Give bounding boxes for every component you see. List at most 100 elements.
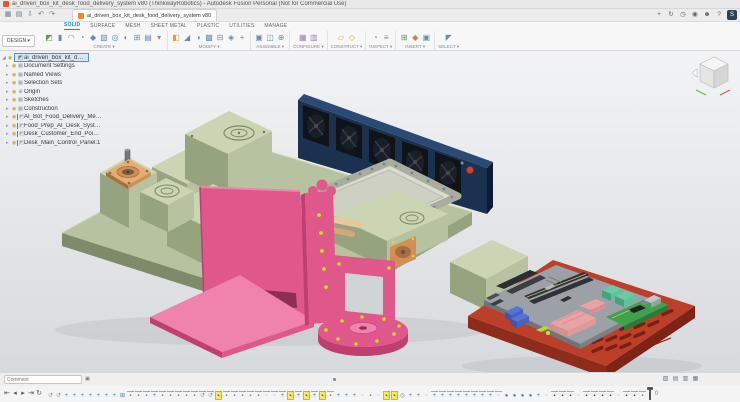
group-label[interactable]: SELECT ▾ [438,44,459,50]
timeline-feature[interactable]: + [335,391,342,400]
3d-viewport[interactable]: ◢ ◉ ◩ ai_driven_box_kit_desk_food_delive… [0,51,740,372]
comment-attach-icon[interactable]: ▣ [84,376,91,383]
toolbar-icon[interactable]: ◩ [44,32,54,43]
browser-row[interactable]: ▸ ◉ ◩ Desk_Main_Control_Panel:1 [2,139,106,148]
group-label[interactable]: INSERT ▾ [405,44,425,50]
timeline-feature[interactable]: ▪ [183,391,190,400]
timeline-feature[interactable]: + [103,391,110,400]
timeline-tool-icon[interactable]: ▦ [691,375,700,384]
browser-row[interactable]: ▸ ◉ ▦ Document Settings [2,62,106,71]
timeline-feature[interactable]: ▪ [591,391,598,400]
toolbar-icon[interactable]: ≡ [381,32,391,43]
user-avatar[interactable]: S [727,10,737,20]
visibility-bulb-icon[interactable]: ◉ [7,55,13,61]
toolbar-icon[interactable]: ◈ [226,32,236,43]
toolbar-icon[interactable]: ◆ [88,32,98,43]
pink-disc-base[interactable] [318,315,408,356]
ribbon-tab[interactable]: SOLID [64,22,80,30]
toolbar-icon[interactable]: ◐ [121,32,131,43]
browser-row[interactable]: ▸ ◉ ⊕ Origin [2,88,106,97]
ribbon-tab[interactable]: UTILITIES [229,23,254,30]
timeline-feature[interactable]: + [95,391,102,400]
header-icon[interactable]: ↻ [666,10,676,20]
timeline-feature[interactable]: + [351,391,358,400]
timeline-feature[interactable]: ↺ [47,391,54,400]
toolbar-icon[interactable]: ▥ [309,32,319,43]
timeline-feature[interactable]: ▫ [575,391,582,400]
browser-row[interactable]: ▸ ◉ ▦ Named Views [2,71,106,80]
browser-row[interactable]: ▸ ◉ ◩ AI_Bot_Food_Delivery_Mech:1 [2,113,106,122]
quick-access-icon[interactable]: ⇩ [25,10,35,20]
timeline-feature[interactable]: ▪ [143,391,150,400]
cad-model[interactable] [0,51,740,372]
timeline-tool-icon[interactable]: ▧ [661,375,670,384]
timeline-feature[interactable]: ▪ [159,391,166,400]
timeline-feature[interactable]: + [71,391,78,400]
timeline-tool-icon[interactable]: ▤ [671,375,680,384]
timeline-feature[interactable]: ↺ [55,391,62,400]
group-label[interactable]: CONFIGURE ▾ [293,44,324,50]
playback-control[interactable]: ◂ [11,389,19,399]
toolbar-icon[interactable]: ◤ [444,32,454,43]
toolbar-icon[interactable]: ◆ [410,32,420,43]
group-label[interactable]: CONSTRUCT ▾ [331,44,363,50]
timeline-tool-icon[interactable]: ▥ [681,375,690,384]
timeline-feature[interactable]: + [279,391,286,400]
playback-control[interactable]: ▸ [19,389,27,399]
timeline-playhead[interactable] [649,388,651,400]
timeline-feature[interactable]: ▪ [127,391,134,400]
timeline-feature[interactable]: + [455,391,462,400]
timeline-feature[interactable]: ▪ [367,391,374,400]
timeline-feature[interactable]: ▪ [599,391,606,400]
ribbon-tab[interactable]: MANAGE [264,23,287,30]
timeline-feature[interactable]: ▪ [303,391,310,400]
toolbar-icon[interactable]: ▱ [336,32,346,43]
quick-access-icon[interactable]: ▦ [3,10,13,20]
timeline-feature[interactable]: ▪ [239,391,246,400]
toolbar-icon[interactable]: ▣ [421,32,431,43]
toolbar-icon[interactable]: ▩ [204,32,214,43]
timeline-feature[interactable]: ▫ [495,391,502,400]
group-label[interactable]: MODIFY ▾ [199,44,220,50]
timeline-feature[interactable]: + [87,391,94,400]
timeline-feature[interactable]: ▪ [319,391,326,400]
document-tab[interactable]: ai_driven_box_kit_desk_food_delivery_sys… [72,9,217,21]
toolbar-icon[interactable]: ▧ [99,32,109,43]
timeline-feature[interactable]: + [407,391,414,400]
toolbar-icon[interactable]: ◢ [182,32,192,43]
timeline-feature[interactable]: + [311,391,318,400]
timeline-feature[interactable]: + [463,391,470,400]
toolbar-icon[interactable]: ⊕ [276,32,286,43]
timeline-feature[interactable]: ▫ [615,391,622,400]
timeline-feature[interactable]: ● [503,391,510,400]
timeline-feature[interactable]: ▪ [551,391,558,400]
toolbar-icon[interactable]: ◔ [77,32,87,43]
group-label[interactable]: INSPECT ▾ [369,44,392,50]
browser-row[interactable]: ▸ ◉ ▦ Sketches [2,96,106,105]
timeline-feature[interactable]: + [439,391,446,400]
timeline-feature[interactable]: ▪ [231,391,238,400]
ribbon-tab[interactable]: SURFACE [90,23,115,30]
playback-control[interactable]: ⇤ [3,389,11,399]
timeline-feature[interactable]: ▪ [631,391,638,400]
timeline-feature[interactable]: ▪ [175,391,182,400]
timeline-feature[interactable]: ▪ [583,391,590,400]
view-cube[interactable] [692,51,736,99]
toolbar-icon[interactable]: ▮ [55,32,65,43]
timeline-feature[interactable]: ▪ [223,391,230,400]
toolbar-icon[interactable]: ▣ [254,32,264,43]
toolbar-icon[interactable]: ◫ [265,32,275,43]
header-icon[interactable]: ◷ [678,10,688,20]
quick-access-icon[interactable]: ↶ [36,10,46,20]
timeline-feature[interactable]: ↺ [199,391,206,400]
timeline-feature[interactable]: + [479,391,486,400]
browser-row[interactable]: ▸ ◉ ◩ Desk_Customer_End_Point:1 [2,130,106,139]
timeline-feature[interactable]: ▪ [167,391,174,400]
timeline-feature[interactable]: ▪ [327,391,334,400]
timeline-feature[interactable]: ▪ [287,391,294,400]
toolbar-icon[interactable]: ▤ [143,32,153,43]
timeline-feature[interactable]: + [111,391,118,400]
timeline-feature[interactable]: + [151,391,158,400]
navbar-dot-icon[interactable] [333,378,336,381]
toolbar-icon[interactable]: ◇ [347,32,357,43]
